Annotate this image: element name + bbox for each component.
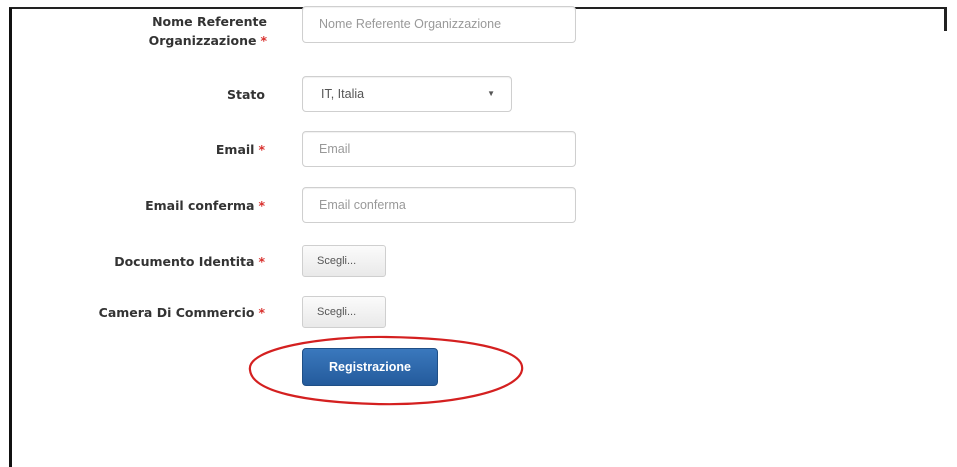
documento-file-button[interactable]: Scegli...	[302, 245, 386, 277]
email-conferma-placeholder: Email conferma	[319, 198, 406, 212]
stato-label-text: Stato	[227, 87, 265, 102]
email-conferma-field[interactable]: Email conferma	[302, 187, 576, 223]
camera-file-button-label: Scegli...	[317, 306, 357, 318]
referente-input[interactable]: Nome Referente Organizzazione	[302, 6, 576, 43]
stato-select[interactable]: IT, Italia ▼	[302, 76, 512, 112]
referente-label: Nome Referente Organizzazione *	[149, 12, 267, 50]
registrazione-button-label: Registrazione	[329, 360, 411, 374]
documento-file-button-label: Scegli...	[317, 255, 357, 267]
screenshot-frame	[0, 0, 957, 467]
required-marker: *	[258, 254, 265, 269]
chevron-down-icon: ▼	[487, 89, 495, 98]
camera-label: Camera Di Commercio *	[99, 303, 265, 322]
required-marker: *	[260, 33, 267, 48]
camera-file-button[interactable]: Scegli...	[302, 296, 386, 328]
camera-label-text: Camera Di Commercio	[98, 305, 255, 320]
email-label-text: Email	[215, 142, 255, 157]
documento-label: Documento Identita *	[114, 252, 265, 271]
email-label: Email *	[216, 140, 265, 159]
frame-left-border	[9, 8, 12, 467]
documento-label-text: Documento Identita	[114, 254, 255, 269]
required-marker: *	[258, 198, 265, 213]
email-field[interactable]: Email	[302, 131, 576, 167]
referente-placeholder: Nome Referente Organizzazione	[319, 17, 502, 31]
stato-selected-value: IT, Italia	[321, 87, 365, 101]
required-marker: *	[258, 142, 265, 157]
frame-right-border	[944, 7, 947, 31]
referente-label-line2: Organizzazione	[148, 33, 257, 48]
required-marker: *	[258, 305, 265, 320]
referente-label-line1: Nome Referente	[152, 14, 267, 29]
email-conferma-label: Email conferma *	[145, 196, 265, 215]
registrazione-button[interactable]: Registrazione	[302, 348, 438, 386]
stato-label: Stato	[227, 85, 265, 104]
email-placeholder: Email	[319, 142, 351, 156]
email-conferma-label-text: Email conferma	[145, 198, 255, 213]
